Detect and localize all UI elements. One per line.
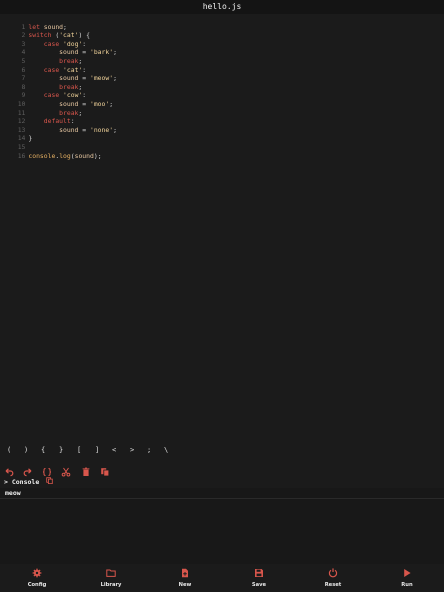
code-line: 15 <box>0 134 28 151</box>
symbol-key[interactable]: > <box>130 444 134 456</box>
divider <box>0 498 444 499</box>
library-button[interactable]: Library <box>86 566 136 592</box>
punctuation: ; <box>109 99 114 108</box>
nav-label: Reset <box>324 582 342 588</box>
string-literal: 'bark' <box>89 48 114 57</box>
operator: = <box>78 125 90 134</box>
console-title: Console <box>11 478 40 486</box>
punctuation: ); <box>93 151 102 160</box>
punctuation: } <box>28 134 33 143</box>
copy-icon[interactable] <box>100 462 112 477</box>
bottom-nav: Config Library New Save Reset Run <box>0 564 444 592</box>
braces-icon[interactable] <box>42 462 54 476</box>
cut-icon[interactable] <box>61 462 73 477</box>
reset-icon <box>328 568 338 578</box>
code-line: 7 sound = 'meow'; <box>0 66 117 82</box>
code-line: 13 sound = 'none'; <box>0 117 117 134</box>
code-line: 14} <box>0 126 33 142</box>
gear-icon <box>32 568 42 578</box>
string-literal: 'meow' <box>89 74 114 83</box>
code-line: 6 case 'cat': <box>0 57 87 74</box>
symbol-key[interactable]: [ <box>77 444 81 456</box>
symbol-key[interactable]: } <box>59 444 63 456</box>
identifier: sound <box>59 125 79 134</box>
code-line: 3 case 'dog': <box>0 31 87 48</box>
code-editor[interactable]: 1 let sound; 2 switch ('cat') { 3 case 'do… <box>0 14 444 442</box>
symbol-key[interactable]: < <box>112 444 116 456</box>
config-button[interactable]: Config <box>12 566 62 592</box>
code-line: 9 case 'cow': <box>0 83 87 99</box>
symbol-key[interactable]: { <box>41 444 45 456</box>
folder-icon <box>106 569 116 577</box>
code-line: 4 sound = 'bark'; <box>0 40 117 56</box>
symbol-key[interactable]: ) <box>24 444 28 456</box>
punctuation: ; <box>113 74 117 83</box>
edit-toolbar <box>0 462 444 477</box>
code-line: 12 default: <box>0 109 75 125</box>
code-line: 11 break; <box>0 100 83 117</box>
new-button[interactable]: New <box>160 566 210 592</box>
identifier: sound <box>74 151 94 160</box>
redo-icon[interactable] <box>23 462 35 477</box>
nav-label: Config <box>27 582 47 588</box>
symbol-key[interactable]: \ <box>164 444 168 456</box>
new-file-icon <box>182 568 188 578</box>
string-literal: 'none' <box>89 125 114 134</box>
nav-label: Run <box>401 582 413 588</box>
code-line: 16 console.log(sound); <box>0 143 102 160</box>
punctuation: ; <box>113 125 117 134</box>
punctuation: ; <box>78 108 83 117</box>
symbol-key[interactable]: ; <box>147 444 151 456</box>
string-literal: 'moo' <box>89 99 110 108</box>
undo-icon[interactable] <box>4 462 16 477</box>
code-line: 10 sound = 'moo'; <box>0 91 113 108</box>
save-icon <box>255 569 263 577</box>
punctuation: ; <box>113 48 117 57</box>
nav-label: Save <box>251 582 267 588</box>
nav-label: New <box>178 582 192 588</box>
delete-icon[interactable] <box>81 462 93 476</box>
code-line: 8 break; <box>0 74 83 91</box>
file-title: hello.js <box>0 0 444 14</box>
identifier: console <box>28 151 56 160</box>
console-output-text: meow <box>5 489 21 497</box>
copy-icon[interactable] <box>46 477 53 487</box>
code-line: 2 switch ('cat') { <box>0 23 90 39</box>
play-icon <box>404 569 411 577</box>
run-button[interactable]: Run <box>382 566 432 592</box>
console-output: meow <box>0 488 444 568</box>
line-number: 16 <box>17 151 26 160</box>
nav-label: Library <box>100 582 122 588</box>
symbol-key[interactable]: ] <box>95 444 99 456</box>
symbol-key[interactable]: ( <box>7 444 11 456</box>
reset-button[interactable]: Reset <box>308 566 358 592</box>
console-prompt: > <box>4 478 8 486</box>
console-header: > Console <box>4 477 53 487</box>
code-line: 5 break; <box>0 48 83 65</box>
symbol-bar: ( ) { } [ ] < > ; \ <box>0 444 444 456</box>
code-line: 1 let sound; <box>0 14 67 31</box>
save-button[interactable]: Save <box>234 566 284 592</box>
function-name: log <box>59 151 71 160</box>
